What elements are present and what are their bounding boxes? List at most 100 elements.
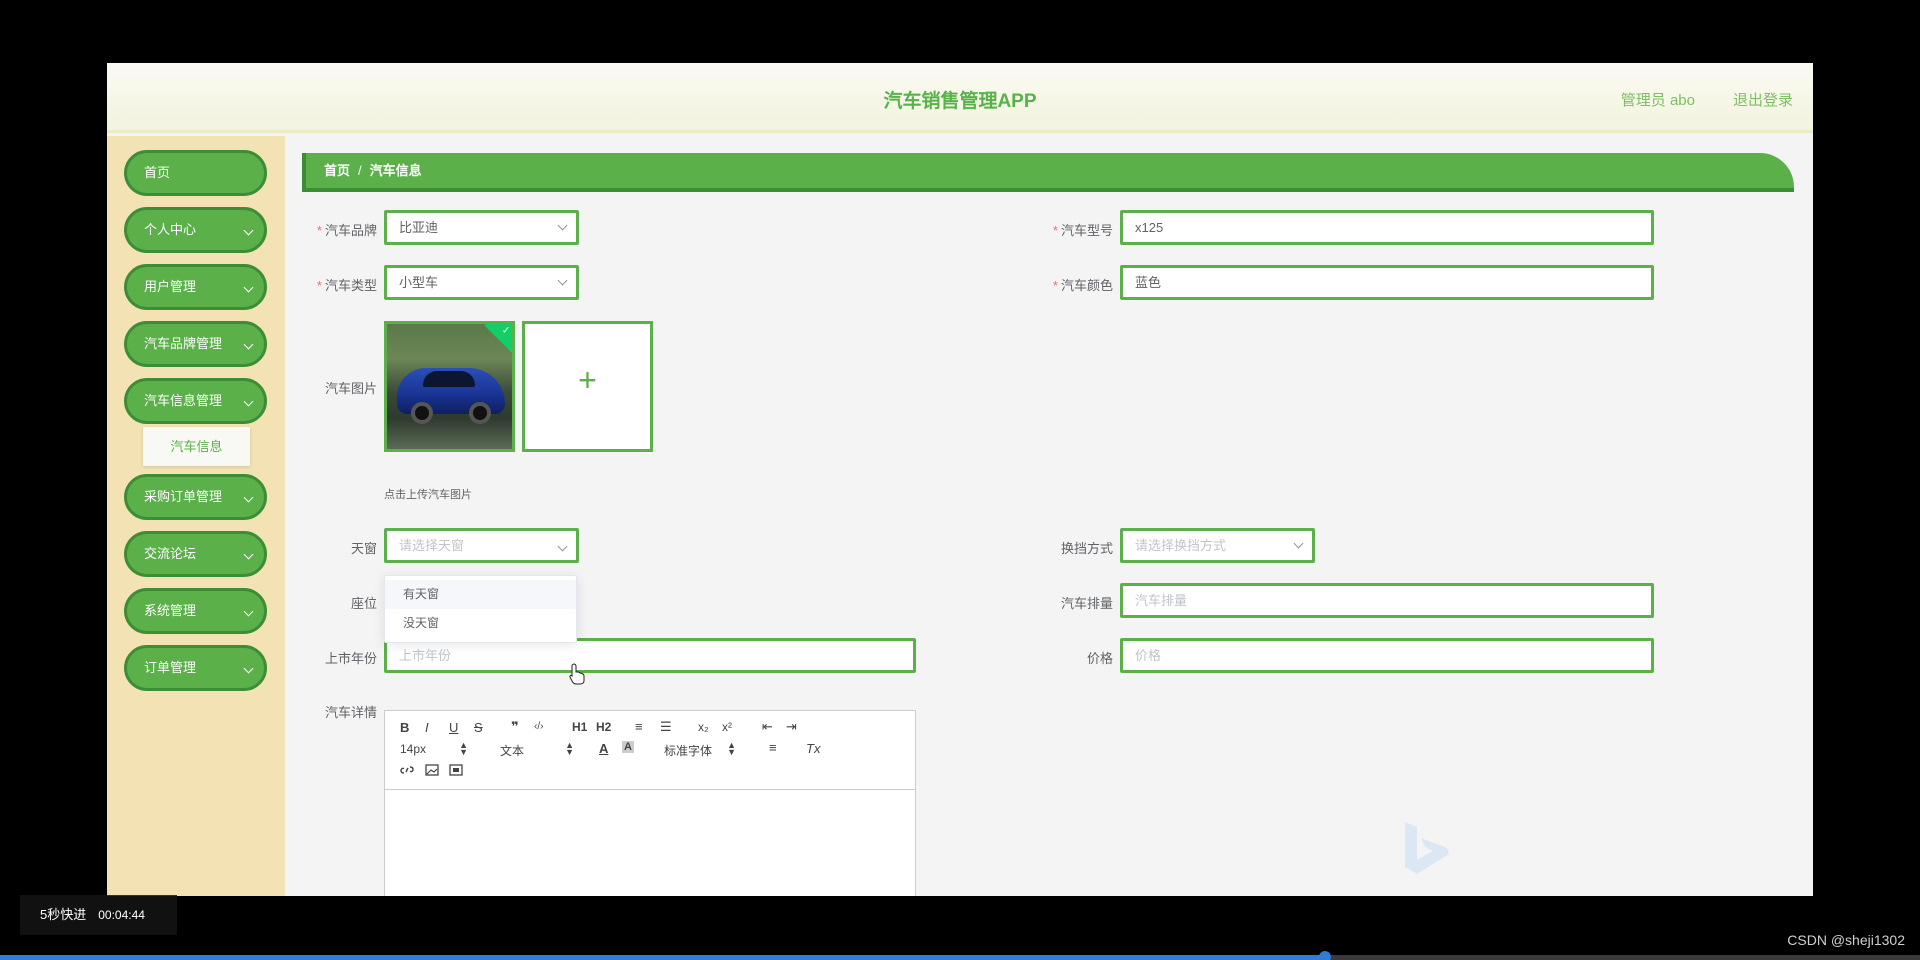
strike-button[interactable]: S <box>474 720 483 735</box>
price-input[interactable]: 价格 <box>1120 638 1654 673</box>
bullet-list-button[interactable]: ☰ <box>660 719 672 735</box>
sidebar-item-system[interactable]: 系统管理 <box>124 588 267 634</box>
chevron-down-icon <box>243 549 254 560</box>
sidebar-item-brands[interactable]: 汽车品牌管理 <box>124 321 267 367</box>
sidebar-item-users[interactable]: 用户管理 <box>124 264 267 310</box>
sidebar-item-forum[interactable]: 交流论坛 <box>124 531 267 577</box>
chevron-up-icon <box>557 541 568 552</box>
clear-format-button[interactable]: Tx <box>806 741 820 756</box>
sidebar-item-car-info[interactable]: 汽车信息管理 <box>124 378 267 424</box>
subscript-button[interactable]: x₂ <box>698 720 709 734</box>
sidebar-item-label: 首页 <box>144 165 171 180</box>
italic-button[interactable]: I <box>425 720 429 735</box>
chevron-down-icon <box>243 606 254 617</box>
sunroof-select[interactable]: 请选择天窗 <box>384 528 579 563</box>
sidebar-item-label: 系统管理 <box>144 603 197 618</box>
sidebar-item-label: 个人中心 <box>144 222 197 237</box>
model-input[interactable]: x125 <box>1120 210 1654 245</box>
gearbox-placeholder: 请选择换挡方式 <box>1135 538 1227 553</box>
sunroof-dropdown: 有天窗 没天窗 <box>384 575 577 643</box>
image-icon[interactable] <box>425 764 439 779</box>
sunroof-placeholder: 请选择天窗 <box>399 538 465 553</box>
bold-button[interactable]: B <box>400 720 409 735</box>
video-progress-bar[interactable] <box>0 951 1920 960</box>
sidebar-item-label: 用户管理 <box>144 279 197 294</box>
updown-icon: ▲ ▼ <box>459 740 469 757</box>
breadcrumb: 首页 / 汽车信息 <box>302 153 1794 192</box>
video-progress-handle[interactable] <box>1318 951 1331 960</box>
h1-button[interactable]: H1 <box>572 720 587 734</box>
blockquote-button[interactable]: ❞ <box>511 719 519 735</box>
font-size-select[interactable]: 14px ▲ ▼ <box>400 741 468 757</box>
upload-image-button[interactable]: + <box>522 321 653 452</box>
video-icon[interactable] <box>449 764 463 779</box>
sidebar-item-label: 汽车信息管理 <box>144 393 223 408</box>
text-style-select[interactable]: 文本 ▲ ▼ <box>500 741 574 759</box>
chevron-down-icon <box>243 282 254 293</box>
updown-icon: ▲ ▼ <box>565 740 575 757</box>
chevron-down-icon <box>557 220 568 231</box>
dropdown-option[interactable]: 没天窗 <box>385 609 576 638</box>
chevron-down-icon <box>243 492 254 503</box>
model-label: * 汽车型号 <box>1052 223 1113 238</box>
sidebar-item-label: 汽车品牌管理 <box>144 336 223 351</box>
breadcrumb-current: 汽车信息 <box>369 163 422 178</box>
displacement-input[interactable]: 汽车排量 <box>1120 583 1654 618</box>
sidebar-item-orders[interactable]: 订单管理 <box>124 645 267 691</box>
car-image-thumbnail[interactable]: ✓ <box>384 321 515 452</box>
color-input[interactable]: 蓝色 <box>1120 265 1654 300</box>
ordered-list-button[interactable]: ≡ <box>635 719 643 734</box>
underline-button[interactable]: U <box>449 720 458 735</box>
top-bar: 汽车销售管理APP 管理员 abo 退出登录 <box>107 63 1813 133</box>
check-icon: ✓ <box>484 324 512 354</box>
sidebar-item-profile[interactable]: 个人中心 <box>124 207 267 253</box>
credit-text: CSDN @sheji1302 <box>1787 932 1905 948</box>
font-color-button[interactable]: A <box>599 741 608 756</box>
logout-link[interactable]: 退出登录 <box>1733 89 1793 110</box>
updown-icon: ▲ ▼ <box>727 740 737 757</box>
chevron-down-icon <box>243 663 254 674</box>
type-select[interactable]: 小型车 <box>384 265 579 300</box>
link-icon[interactable] <box>400 764 414 779</box>
sidebar: 首页 个人中心 用户管理 汽车品牌管理 汽车信息管理 汽车信息 采购订单管理 交… <box>107 136 285 896</box>
details-label: 汽车详情 <box>324 705 377 720</box>
outdent-button[interactable]: ⇤ <box>762 719 773 735</box>
breadcrumb-home[interactable]: 首页 <box>324 163 350 178</box>
video-progress-fill <box>0 955 1325 960</box>
price-label: 价格 <box>1086 651 1113 666</box>
sidebar-subitem-car-info[interactable]: 汽车信息 <box>143 427 250 466</box>
code-button[interactable]: ‹/› <box>534 721 543 732</box>
sidebar-item-label: 采购订单管理 <box>144 489 223 504</box>
chevron-down-icon <box>243 396 254 407</box>
current-user: 管理员 abo <box>1620 92 1695 109</box>
upload-tip: 点击上传汽车图片 <box>384 489 472 501</box>
font-family-select[interactable]: 标准字体 ▲ ▼ <box>664 741 736 759</box>
sidebar-item-label: 订单管理 <box>144 660 197 675</box>
chevron-down-icon <box>243 339 254 350</box>
dropdown-option[interactable]: 有天窗 <box>385 580 576 609</box>
align-button[interactable]: ≡ <box>769 740 777 755</box>
displacement-label: 汽车排量 <box>1060 596 1113 611</box>
superscript-button[interactable]: x² <box>722 720 732 734</box>
sidebar-item-label: 交流论坛 <box>144 546 197 561</box>
app-title: 汽车销售管理APP <box>883 91 1037 112</box>
breadcrumb-separator: / <box>358 163 362 178</box>
h2-button[interactable]: H2 <box>596 720 611 734</box>
bing-watermark-icon <box>1405 822 1449 874</box>
rich-text-editor[interactable]: B I U S ❞ ‹/› H1 H2 ≡ ☰ x₂ x² ⇤ ⇥ 14px ▲ ▼… <box>384 710 916 896</box>
brand-value: 比亚迪 <box>399 220 439 235</box>
background-color-button[interactable]: A <box>622 741 634 753</box>
indent-button[interactable]: ⇥ <box>786 719 797 735</box>
year-label: 上市年份 <box>324 651 377 666</box>
video-control-bar: 5秒快进 00:04:44 <box>20 895 177 935</box>
brand-select[interactable]: 比亚迪 <box>384 210 579 245</box>
gearbox-label: 换挡方式 <box>1060 541 1113 556</box>
sidebar-item-home[interactable]: 首页 <box>124 150 267 196</box>
gearbox-select[interactable]: 请选择换挡方式 <box>1120 528 1315 563</box>
fast-forward-button[interactable]: 5秒快进 <box>40 907 86 922</box>
color-label: * 汽车颜色 <box>1052 278 1113 293</box>
sidebar-item-purchase-orders[interactable]: 采购订单管理 <box>124 474 267 520</box>
hand-cursor-icon <box>569 663 585 685</box>
type-value: 小型车 <box>399 275 439 290</box>
year-input[interactable]: 上市年份 <box>384 638 916 673</box>
